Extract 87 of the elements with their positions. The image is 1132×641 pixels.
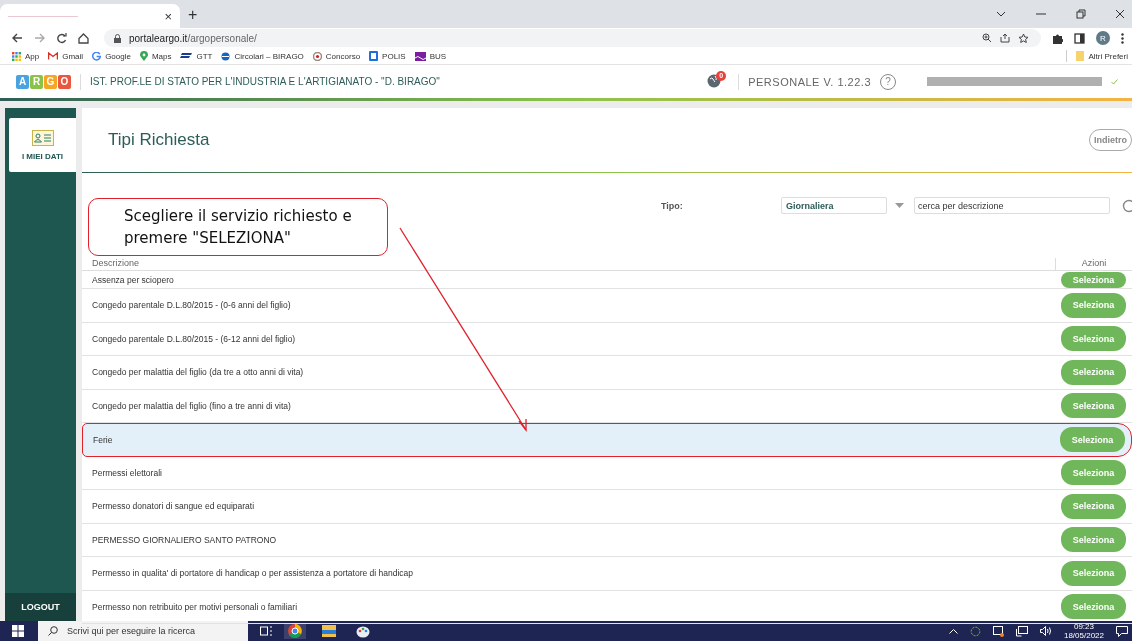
bookmark-link[interactable]: App <box>12 51 40 61</box>
table-row[interactable]: Congedo parentale D.L.80/2015 - (0-6 anni del figlio) Seleziona <box>82 289 1132 323</box>
clock-time[interactable]: 09:23 <box>1073 622 1094 631</box>
new-tab-button[interactable]: + <box>188 6 198 24</box>
bookmark-link[interactable]: Gmail <box>48 51 84 61</box>
bookmark-link[interactable]: POLIS <box>369 51 406 61</box>
wave-icon <box>414 51 426 61</box>
map-pin-icon <box>139 51 148 61</box>
school-name: IST. PROF.LE DI STATO PER L'INDUSTRIA E L'ARTIGIANATO - "D. BIRAGO" <box>90 76 440 87</box>
request-description: Congedo parentale D.L.80/2015 - (0-6 anni del figlio) <box>92 300 292 311</box>
bookmark-link[interactable]: Maps <box>139 51 172 61</box>
notification-center-icon[interactable] <box>1116 625 1128 637</box>
puzzle-icon[interactable] <box>1052 32 1063 44</box>
home-icon[interactable] <box>78 32 89 44</box>
tray-app-icon[interactable] <box>992 625 1004 637</box>
bookmark-link[interactable]: BUS <box>414 51 447 61</box>
table-row[interactable]: Permesso in qualita' di portatore di handicap o per assistenza a portatore di handicap Seleziona <box>82 557 1132 591</box>
side-panel-icon[interactable] <box>1074 32 1085 44</box>
table-row[interactable]: Congedo parentale D.L.80/2015 - (6-12 anni del figlio) Seleziona <box>82 322 1132 356</box>
logout-button[interactable]: LOGOUT <box>5 593 76 621</box>
request-description: Permesso non retribuito per motivi personali o familiari <box>92 601 299 612</box>
page-title: Tipi Richiesta <box>108 130 210 150</box>
more-menu-icon[interactable] <box>1121 32 1124 44</box>
table-row[interactable]: Assenza per sciopero Seleziona <box>82 271 1132 289</box>
request-description: Ferie <box>93 434 114 445</box>
lock-icon <box>114 33 121 43</box>
request-description: Permesso donatori di sangue ed equiparati <box>92 501 256 512</box>
column-header: Azioni <box>1055 258 1132 270</box>
zoom-icon[interactable] <box>982 33 992 43</box>
clock-date[interactable]: 18/05/2022 <box>1063 631 1104 640</box>
profile-avatar[interactable]: R <box>1096 31 1110 45</box>
apps-grid-icon <box>12 51 21 61</box>
bookmark-link[interactable]: GTT <box>180 51 213 61</box>
request-description: Congedo per malattia del figlio (da tre a otto anni di vita) <box>92 367 305 378</box>
dropdown-caret-icon[interactable] <box>895 203 904 208</box>
restore-icon[interactable] <box>1076 9 1086 19</box>
table-row[interactable]: Ferie Seleziona <box>82 423 1132 457</box>
search-icon <box>48 626 58 636</box>
document-icon <box>369 51 379 61</box>
g-logo-icon <box>92 51 102 61</box>
other-bookmarks-link[interactable]: Altri Preferi <box>1076 51 1128 61</box>
chevron-up-icon[interactable] <box>948 628 958 634</box>
request-description: Permessi elettorali <box>92 467 163 478</box>
taskbar-search-field[interactable]: Scrivi qui per eseguire la ricerca <box>38 621 248 641</box>
palette-app-icon[interactable] <box>356 624 370 638</box>
table-row[interactable]: Congedo per malattia del figlio (da tre a otto anni di vita) Seleziona <box>82 356 1132 390</box>
url-text: portaleargo.it/argopersonale/ <box>129 32 257 44</box>
stripes-icon <box>180 53 193 59</box>
sync-icon[interactable] <box>969 625 981 637</box>
share-icon[interactable] <box>1000 33 1010 43</box>
browser-app-icon[interactable] <box>288 624 302 638</box>
close-icon[interactable] <box>1116 10 1124 18</box>
windows-logo-icon[interactable] <box>12 625 24 637</box>
type-label: Tipo: <box>661 200 684 211</box>
request-description: Permesso in qualita' di portatore di handicap o per assistenza a portatore di handicap <box>92 568 415 579</box>
task-view-icon[interactable] <box>260 626 272 636</box>
request-description: Congedo per malattia del figlio (fino a tre anni di vita) <box>92 400 292 411</box>
close-tab-button[interactable]: × <box>164 8 172 24</box>
address-bar[interactable]: portaleargo.it/argopersonale/ <box>104 29 1041 47</box>
callout-box: Scegliere il servizio richiesto e premere "SELEZIONA" <box>88 198 388 256</box>
type-select[interactable]: Giornaliera <box>781 197 887 214</box>
speaker-icon[interactable] <box>1039 626 1052 636</box>
check-icon <box>1111 78 1118 85</box>
network-icon[interactable] <box>1015 625 1028 637</box>
version-label: PERSONALE V. 1.22.3 <box>748 75 871 88</box>
search-icon[interactable] <box>1122 198 1132 213</box>
table-row[interactable]: Permessi elettorali Seleziona <box>82 456 1132 490</box>
request-description: Congedo parentale D.L.80/2015 - (6-12 anni del figlio) <box>92 333 297 344</box>
reload-icon[interactable] <box>56 32 67 44</box>
column-header: Descrizione <box>91 258 141 270</box>
emblem-icon <box>312 51 322 61</box>
chevron-down-icon[interactable] <box>996 11 1006 17</box>
mail-icon <box>48 52 59 60</box>
bookmark-link[interactable]: Circolari – BIRAGO <box>221 51 304 61</box>
bookmark-link[interactable]: Concorso <box>312 51 361 61</box>
table-row[interactable]: PERMESSO GIORNALIERO SANTO PATRONO Seleziona <box>82 523 1132 557</box>
bookmark-link[interactable]: Google <box>92 51 131 61</box>
star-icon[interactable] <box>1018 32 1029 44</box>
argo-logo: A R G O <box>16 74 71 89</box>
table-row[interactable]: Permesso donatori di sangue ed equiparati Seleziona <box>82 490 1132 524</box>
back-arrow-icon[interactable] <box>12 33 23 43</box>
id-card-icon <box>31 129 54 146</box>
request-description: Assenza per sciopero <box>92 274 175 285</box>
sidebar-item[interactable]: I MIEI DATI <box>9 118 76 172</box>
search-field[interactable]: cerca per descrizione <box>914 197 1110 214</box>
request-description: PERMESSO GIORNALIERO SANTO PATRONO <box>92 534 278 545</box>
folder-icon <box>1076 51 1085 61</box>
